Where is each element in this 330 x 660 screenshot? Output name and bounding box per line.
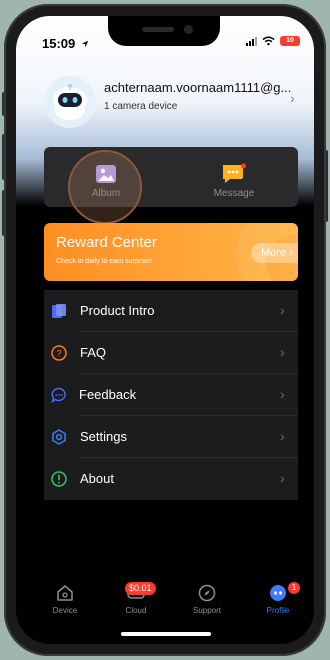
device-icon: [57, 585, 73, 601]
tab-device[interactable]: Device: [35, 572, 95, 622]
faq-icon: ?: [51, 345, 67, 361]
chevron-right-icon: ›: [280, 428, 285, 444]
cellular-signal-icon: [246, 36, 257, 46]
tab-label: Support: [192, 606, 222, 615]
menu-item-feedback[interactable]: Feedback ›: [44, 374, 298, 416]
bottom-tab-bar: Device Cloud Support Profile: [16, 572, 314, 622]
album-button[interactable]: [68, 150, 142, 224]
avatar[interactable]: [44, 76, 96, 128]
reward-title: Reward Center: [56, 234, 157, 251]
tab-label: Cloud: [125, 606, 147, 615]
svg-text:?: ?: [56, 349, 61, 359]
profile-notification-badge: 1: [288, 582, 300, 594]
menu-item-label: Settings: [80, 429, 127, 444]
chevron-right-icon: ›: [289, 247, 293, 259]
feedback-icon: [51, 387, 66, 403]
menu-item-faq[interactable]: ? FAQ ›: [44, 332, 298, 374]
app-screen: 15:09 10 achternaam.voornaam1111@g... 1 …: [16, 16, 314, 644]
tab-label: Profile: [266, 606, 290, 615]
battery-icon: 10: [280, 36, 300, 46]
chevron-right-icon: ›: [280, 344, 285, 360]
location-arrow-icon: [81, 40, 89, 48]
message-unread-dot: [241, 163, 246, 169]
message-icon[interactable]: [221, 163, 247, 185]
reward-subtitle: Check in daily to earn surprise!: [56, 258, 153, 265]
robot-avatar-icon: [53, 84, 87, 120]
chevron-right-icon: ›: [280, 302, 285, 318]
cloud-price-badge: $0.01: [125, 582, 156, 595]
menu-item-label: Feedback: [79, 387, 137, 402]
chevron-right-icon[interactable]: ›: [290, 90, 295, 106]
wifi-icon: [262, 36, 275, 46]
menu-item-label: About: [80, 471, 114, 486]
menu-item-settings[interactable]: Settings ›: [44, 416, 298, 458]
phone-notch: [108, 16, 220, 46]
account-username[interactable]: achternaam.voornaam1111@g...: [104, 80, 300, 95]
message-label: Message: [213, 188, 255, 199]
tab-support[interactable]: Support: [177, 572, 237, 622]
chevron-right-icon: ›: [280, 386, 285, 402]
menu-item-product-intro[interactable]: Product Intro ›: [44, 290, 298, 332]
reward-more-label: More: [261, 247, 287, 259]
status-indicators: 10: [246, 36, 300, 46]
reward-more-button[interactable]: More ›: [251, 243, 298, 263]
home-indicator[interactable]: [121, 632, 211, 636]
tab-cloud[interactable]: Cloud: [106, 572, 166, 622]
menu-item-label: FAQ: [80, 345, 107, 360]
menu-item-about[interactable]: About ›: [44, 458, 298, 500]
speaker-grille: [142, 27, 174, 32]
about-icon: [51, 471, 67, 487]
chevron-right-icon: ›: [280, 470, 285, 486]
support-icon: [198, 584, 216, 602]
profile-icon: [270, 585, 286, 601]
reward-center-banner[interactable]: Reward Center Check in daily to earn sur…: [44, 223, 298, 281]
device-count: 1 camera device: [104, 101, 178, 112]
album-icon: [96, 165, 116, 183]
profile-menu: Product Intro › ? FAQ › Feedback › Setti…: [44, 290, 298, 500]
front-camera: [184, 25, 193, 34]
tab-profile[interactable]: Profile: [248, 572, 308, 622]
menu-item-label: Product Intro: [80, 303, 155, 318]
album-label: Album: [91, 188, 121, 199]
product-intro-icon: [52, 304, 66, 318]
settings-icon: [52, 429, 66, 445]
status-time: 15:09: [42, 36, 89, 51]
tab-label: Device: [52, 606, 78, 615]
